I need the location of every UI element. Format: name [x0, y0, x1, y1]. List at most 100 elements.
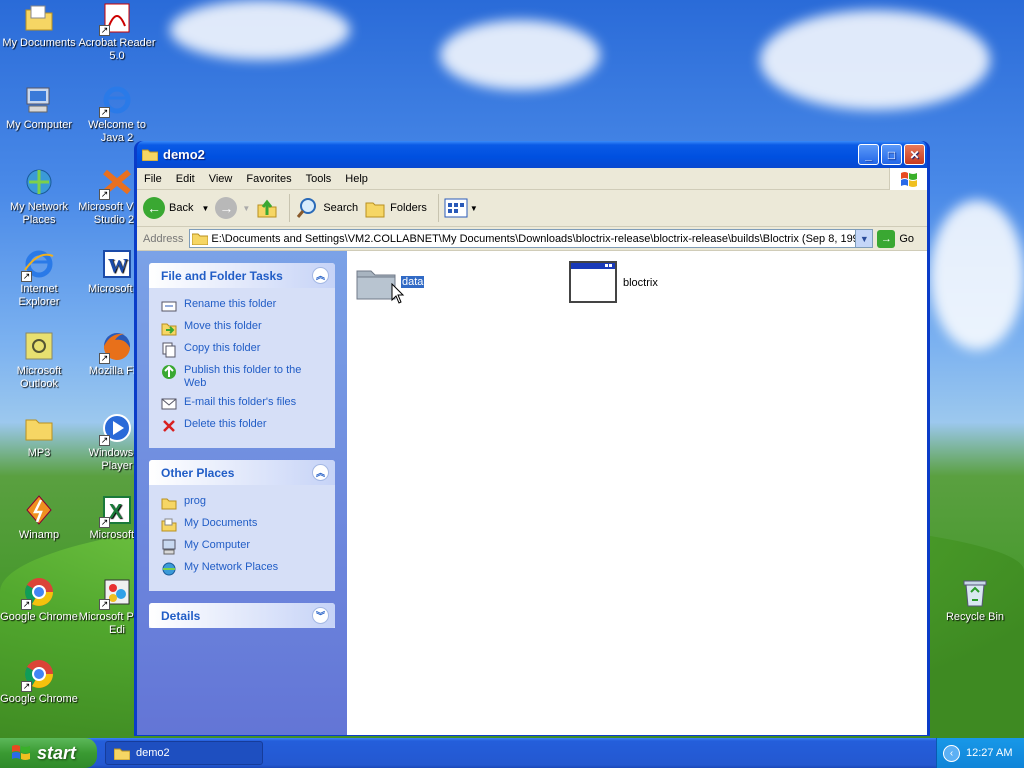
back-button[interactable]: ← Back ▼	[143, 197, 209, 219]
task-copy-folder[interactable]: Copy this folder	[161, 342, 325, 358]
task-pane: File and Folder Tasks ︽ Rename this fold…	[137, 251, 347, 735]
search-button[interactable]: Search	[295, 196, 358, 220]
menu-favorites[interactable]: Favorites	[239, 173, 298, 185]
panel-header[interactable]: Details ︾	[149, 603, 335, 628]
start-button[interactable]: start	[0, 738, 97, 768]
up-button[interactable]	[256, 197, 278, 219]
desktop-icon-label: My Documents	[2, 37, 76, 49]
panel-header[interactable]: Other Places ︽	[149, 460, 335, 485]
menu-edit[interactable]: Edit	[169, 173, 202, 185]
forward-dropdown-icon[interactable]: ▼	[242, 204, 250, 213]
windows-logo-icon	[889, 168, 927, 190]
forward-button[interactable]: → ▼	[215, 197, 250, 219]
address-label: Address	[143, 232, 184, 245]
file-item-bloctrix[interactable]: bloctrix	[569, 261, 658, 305]
my-computer-icon	[23, 84, 55, 116]
desktop-icon-google-chrome[interactable]: ↗ Google Chrome	[0, 576, 78, 624]
go-button[interactable]: → Go	[877, 229, 914, 248]
svg-text:W: W	[108, 255, 128, 277]
firefox-icon: ↗	[99, 330, 133, 364]
folders-button[interactable]: Folders	[364, 197, 427, 219]
rename-icon	[161, 301, 177, 312]
desktop-icon-my-documents[interactable]: My Documents	[0, 2, 78, 50]
desktop-icon-outlook[interactable]: Microsoft Outlook	[0, 330, 78, 391]
word-icon: W	[101, 248, 133, 280]
panel-header[interactable]: File and Folder Tasks ︽	[149, 263, 335, 288]
collapse-chevron-icon[interactable]: ︽	[312, 464, 329, 481]
menu-tools[interactable]: Tools	[299, 173, 339, 185]
desktop-icon-internet-explorer[interactable]: ↗ Internet Explorer	[0, 248, 78, 309]
clock[interactable]: 12:27 AM	[966, 747, 1012, 759]
winamp-icon	[23, 494, 55, 526]
ie-icon: ↗	[21, 248, 55, 282]
maximize-button[interactable]: □	[881, 144, 902, 165]
mouse-cursor-icon	[391, 283, 405, 304]
go-arrow-icon: →	[877, 229, 896, 248]
file-item-data[interactable]: data	[355, 263, 425, 301]
file-folder-tasks-panel: File and Folder Tasks ︽ Rename this fold…	[149, 263, 335, 448]
search-icon	[297, 198, 317, 218]
task-rename-folder[interactable]: Rename this folder	[161, 298, 325, 314]
back-dropdown-icon[interactable]: ▼	[201, 204, 209, 213]
collapse-chevron-icon[interactable]: ︽	[312, 267, 329, 284]
taskbar: start demo2 ‹ 12:27 AM	[0, 738, 1024, 768]
windows-logo-icon	[12, 745, 30, 760]
details-panel: Details ︾	[149, 603, 335, 628]
title-bar[interactable]: demo2 _ □ ✕	[137, 141, 927, 168]
folder-icon	[192, 233, 209, 245]
close-button[interactable]: ✕	[904, 144, 925, 165]
task-move-folder[interactable]: Move this folder	[161, 320, 325, 336]
place-my-network-places[interactable]: My Network Places	[161, 561, 325, 577]
desktop-icon-mp3[interactable]: MP3	[0, 412, 78, 460]
place-my-documents[interactable]: My Documents	[161, 517, 325, 533]
network-icon	[23, 166, 55, 198]
desktop-icon-welcome-java[interactable]: ↗ Welcome to Java 2	[78, 84, 156, 145]
toolbar-separator	[437, 194, 439, 222]
maximize-icon: □	[887, 147, 896, 162]
file-list[interactable]: data bloctrix	[347, 251, 927, 735]
window-title: demo2	[163, 147, 205, 162]
address-value: E:\Documents and Settings\VM2.COLLABNET\…	[211, 232, 860, 245]
delete-icon	[163, 420, 175, 432]
folder-up-icon	[257, 199, 277, 218]
task-delete-folder[interactable]: Delete this folder	[161, 418, 325, 434]
chrome-icon: ↗	[21, 576, 55, 610]
tray-expand-icon[interactable]: ‹	[943, 744, 960, 762]
place-my-computer[interactable]: My Computer	[161, 539, 325, 555]
menu-bar: File Edit View Favorites Tools Help	[137, 168, 927, 190]
folder-icon	[114, 748, 130, 760]
desktop-icon-recycle-bin[interactable]: Recycle Bin	[936, 576, 1014, 624]
menu-file[interactable]: File	[137, 173, 169, 185]
folder-icon	[142, 149, 158, 161]
place-prog[interactable]: prog	[161, 495, 325, 511]
desktop-icon-my-computer[interactable]: My Computer	[0, 84, 78, 132]
views-dropdown-icon: ▼	[469, 203, 478, 213]
desktop-icon-label: Internet Explorer	[18, 283, 60, 308]
address-dropdown-icon[interactable]: ▼	[855, 230, 873, 247]
menu-view[interactable]: View	[202, 173, 240, 185]
recycle-bin-icon	[959, 576, 991, 608]
explorer-window[interactable]: demo2 _ □ ✕ File Edit View Favorites Too…	[134, 141, 930, 736]
desktop-icon-label: Acrobat Reader 5.0	[78, 37, 156, 62]
folder-icon	[161, 498, 177, 510]
desktop-icon-label: My Network Places	[9, 201, 69, 226]
menu-help[interactable]: Help	[338, 173, 375, 185]
desktop-icon-winamp[interactable]: Winamp	[0, 494, 78, 542]
expand-chevron-icon[interactable]: ︾	[312, 607, 329, 624]
desktop-icon-google-chrome-2[interactable]: ↗ Google Chrome	[0, 658, 78, 706]
content-area: File and Folder Tasks ︽ Rename this fold…	[137, 251, 927, 735]
task-publish-web[interactable]: Publish this folder to the Web	[161, 364, 325, 390]
my-computer-icon	[162, 539, 176, 555]
close-icon: ✕	[909, 147, 920, 162]
chrome-icon: ↗	[21, 658, 55, 692]
views-button[interactable]: ▼	[444, 198, 478, 218]
desktop-icon-acrobat[interactable]: ↗ Acrobat Reader 5.0	[78, 2, 156, 63]
desktop-icon-my-network-places[interactable]: My Network Places	[0, 166, 78, 227]
address-input[interactable]: E:\Documents and Settings\VM2.COLLABNET\…	[189, 229, 874, 248]
taskbar-task-demo2[interactable]: demo2	[105, 741, 263, 765]
folder-icon	[23, 412, 55, 444]
task-email-files[interactable]: E-mail this folder's files	[161, 396, 325, 412]
excel-icon: X ↗	[99, 494, 133, 528]
views-icon	[444, 198, 468, 218]
minimize-button[interactable]: _	[858, 144, 879, 165]
